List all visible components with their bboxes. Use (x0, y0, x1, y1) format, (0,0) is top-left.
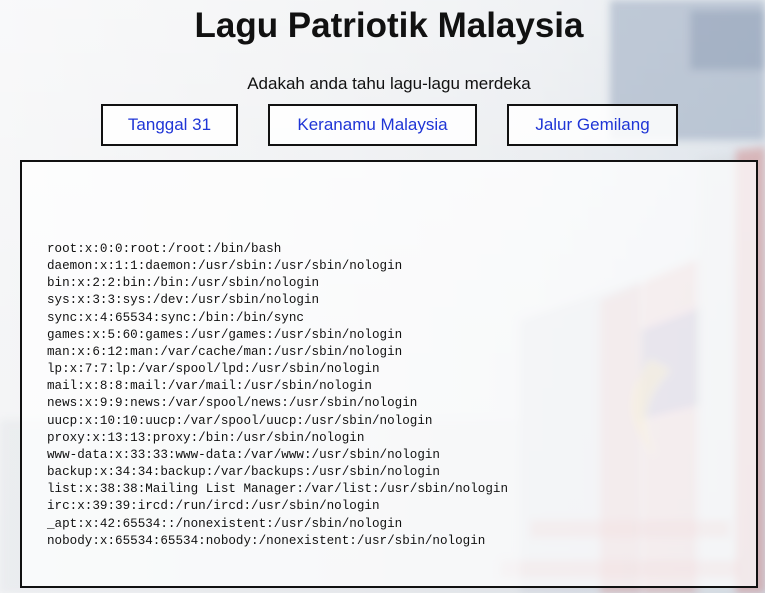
output-line: backup:x:34:34:backup:/var/backups:/usr/… (47, 465, 440, 480)
output-line: daemon:x:1:1:daemon:/usr/sbin:/usr/sbin/… (47, 259, 403, 274)
output-line: uucp:x:10:10:uucp:/var/spool/uucp:/usr/s… (47, 413, 433, 428)
output-line: bin:x:2:2:bin:/bin:/usr/sbin/nologin (47, 276, 320, 291)
output-line: lp:x:7:7:lp:/var/spool/lpd:/usr/sbin/nol… (47, 362, 380, 377)
passwd-output-text: root:x:0:0:root:/root:/bin/bash daemon:x… (47, 241, 508, 550)
output-line: root:x:0:0:root:/root:/bin/bash (47, 242, 282, 256)
jalur-gemilang-button[interactable]: Jalur Gemilang (507, 104, 678, 146)
output-line: nobody:x:65534:65534:nobody:/nonexistent… (47, 533, 486, 548)
tanggal-31-button[interactable]: Tanggal 31 (101, 104, 238, 146)
output-line: irc:x:39:39:ircd:/run/ircd:/usr/sbin/nol… (47, 499, 380, 514)
output-line: sync:x:4:65534:sync:/bin:/bin/sync (47, 310, 304, 325)
output-line: _apt:x:42:65534::/nonexistent:/usr/sbin/… (47, 516, 403, 531)
output-line: www-data:x:33:33:www-data:/var/www:/usr/… (47, 447, 440, 462)
output-line: man:x:6:12:man:/var/cache/man:/usr/sbin/… (47, 344, 403, 359)
output-line: sys:x:3:3:sys:/dev:/usr/sbin/nologin (47, 293, 320, 308)
page-title: Lagu Patriotik Malaysia (194, 6, 584, 45)
keranamu-malaysia-button[interactable]: Keranamu Malaysia (268, 104, 477, 146)
output-line: list:x:38:38:Mailing List Manager:/var/l… (47, 482, 509, 497)
output-panel: root:x:0:0:root:/root:/bin/bash daemon:x… (20, 160, 758, 588)
output-line: proxy:x:13:13:proxy:/bin:/usr/sbin/nolog… (47, 430, 365, 445)
output-line: games:x:5:60:games:/usr/games:/usr/sbin/… (47, 327, 403, 342)
output-line: news:x:9:9:news:/var/spool/news:/usr/sbi… (47, 396, 418, 411)
page-subtitle: Adakah anda tahu lagu-lagu merdeka (247, 74, 531, 93)
output-line: mail:x:8:8:mail:/var/mail:/usr/sbin/nolo… (47, 379, 372, 394)
